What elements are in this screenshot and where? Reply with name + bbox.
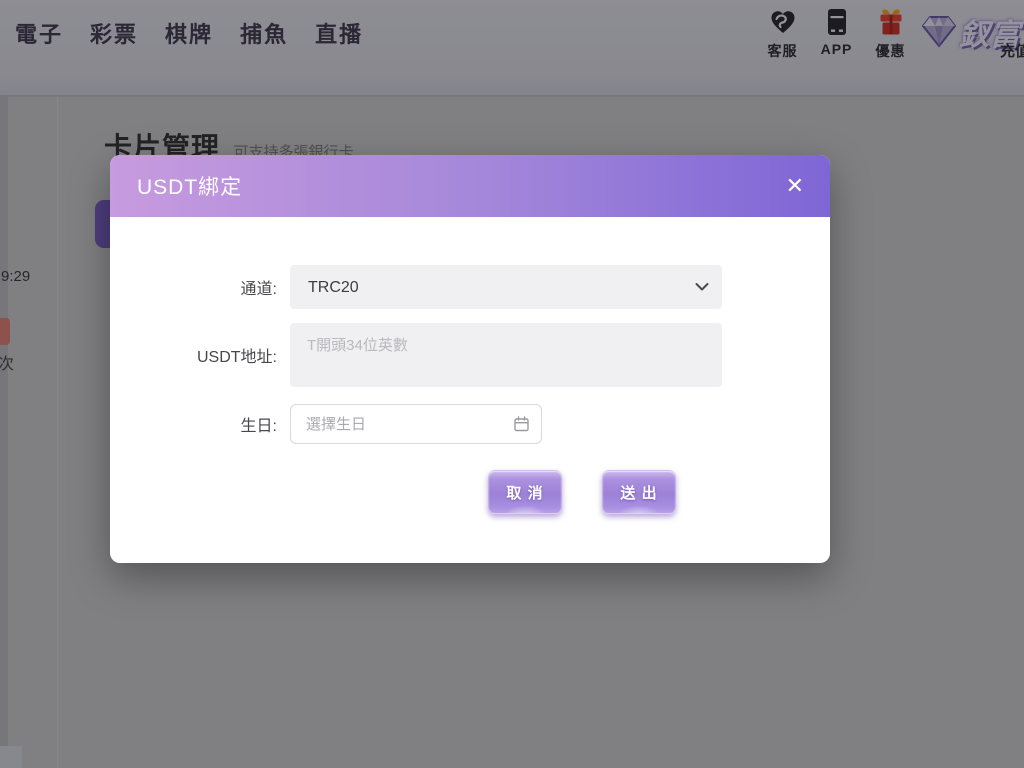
birthday-picker [290, 404, 542, 444]
close-icon[interactable]: ✕ [786, 175, 804, 197]
submit-button[interactable]: 送 出 [602, 470, 676, 514]
cancel-button[interactable]: 取 消 [488, 470, 562, 514]
usdt-address-input[interactable] [290, 323, 722, 387]
channel-label: 通道: [110, 275, 290, 299]
usdt-binding-modal: USDT綁定 ✕ 通道: TRC20 USDT地址: [110, 155, 830, 563]
birthday-label: 生日: [110, 412, 290, 436]
channel-select[interactable]: TRC20 [290, 265, 722, 309]
calendar-icon [513, 416, 530, 433]
birthday-row: 生日: [110, 404, 830, 444]
usdt-address-label: USDT地址: [110, 343, 290, 367]
birthday-input[interactable] [290, 404, 542, 444]
channel-row: 通道: TRC20 [110, 265, 830, 309]
modal-button-row: 取 消 送 出 [488, 470, 830, 514]
modal-body: 通道: TRC20 USDT地址: 生日: [110, 217, 830, 514]
address-row: USDT地址: [110, 323, 830, 387]
page: 人 電子 彩票 棋牌 捕魚 直播 客服 [0, 0, 1024, 768]
modal-title: USDT綁定 [137, 171, 242, 201]
modal-header: USDT綁定 ✕ [110, 155, 830, 217]
channel-select-wrap: TRC20 [290, 265, 722, 309]
